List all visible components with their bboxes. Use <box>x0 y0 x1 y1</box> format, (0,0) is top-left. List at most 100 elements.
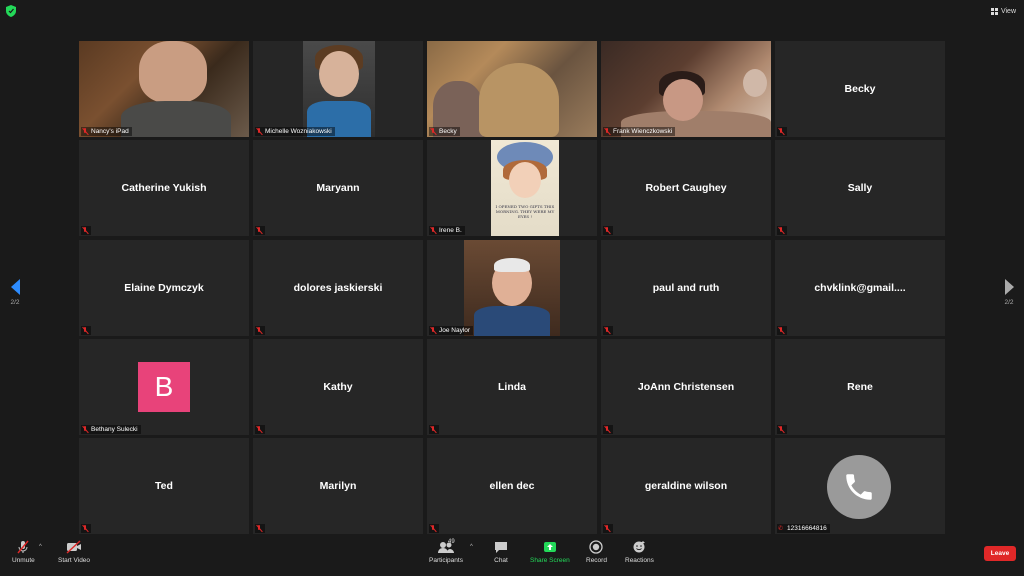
participant-tile[interactable]: ✆ 12316664816 <box>775 438 945 534</box>
participant-tile[interactable]: Sally <box>775 140 945 237</box>
participant-name-center: Linda <box>498 380 526 393</box>
participant-name: Bethany Sulecki <box>91 425 138 433</box>
mic-muted-icon <box>778 425 784 433</box>
participant-tile[interactable]: Kathy <box>253 338 423 435</box>
participant-label <box>255 325 265 335</box>
participant-name: Michelle Wozniakowski <box>265 128 332 135</box>
participant-name: Joe Naylor <box>439 326 471 334</box>
participant-label <box>81 325 91 335</box>
participant-tile[interactable]: chvklink@gmail.... <box>775 239 945 336</box>
mic-muted-icon <box>778 128 784 135</box>
participant-tile[interactable]: JoAnn Christensen <box>601 338 771 435</box>
participant-tile[interactable]: Michelle Wozniakowski <box>253 41 423 137</box>
participant-label <box>603 226 613 236</box>
page-indicator-left: 2/2 <box>10 299 20 306</box>
participant-video <box>79 41 249 137</box>
mic-muted-icon <box>256 326 262 334</box>
next-page-button[interactable]: 2/2 <box>1001 279 1017 306</box>
mic-muted-icon <box>430 425 436 433</box>
mic-muted-icon <box>256 227 262 234</box>
leave-button[interactable]: Leave <box>984 546 1016 561</box>
share-screen-label: Share Screen <box>530 557 570 564</box>
chat-icon <box>495 542 507 553</box>
participant-tile[interactable]: Becky <box>775 41 945 137</box>
audio-options-caret-icon[interactable]: ^ <box>39 544 42 550</box>
participant-tile[interactable]: dolores jaskierski <box>253 239 423 336</box>
record-label: Record <box>586 557 607 564</box>
participants-label: Participants <box>429 557 463 564</box>
mic-muted-icon <box>17 540 29 554</box>
video-caption: I OPENED TWO GIFTS THIS MORNING. THEY WE… <box>495 204 555 220</box>
start-video-label: Start Video <box>58 557 91 564</box>
participant-name-center: Maryann <box>316 182 360 195</box>
participant-tile[interactable]: I OPENED TWO GIFTS THIS MORNING. THEY WE… <box>427 140 597 237</box>
participant-label: Michelle Wozniakowski <box>255 127 335 136</box>
participant-name-center: ellen dec <box>489 480 535 492</box>
participant-name: Becky <box>439 128 457 135</box>
security-shield-icon[interactable] <box>6 5 16 17</box>
participants-options-caret-icon[interactable]: ^ <box>470 544 473 550</box>
participant-name-center: Kathy <box>323 380 353 393</box>
participant-tile[interactable]: Elaine Dymczyk <box>79 239 249 336</box>
participant-name-center: Elaine Dymczyk <box>124 281 204 294</box>
participant-tile[interactable]: Linda <box>427 338 597 435</box>
participant-label <box>255 424 265 434</box>
mic-muted-icon <box>430 227 436 234</box>
view-label: View <box>1000 7 1016 15</box>
participants-button[interactable]: 49 Participants <box>429 539 463 564</box>
participant-label: Nancy's iPad <box>81 127 132 136</box>
share-screen-button[interactable]: Share Screen <box>530 540 570 564</box>
participant-tile[interactable]: ellen dec <box>427 438 597 534</box>
participant-name: 12316664816 <box>787 525 827 532</box>
unmute-button[interactable]: Unmute <box>12 540 35 564</box>
participant-label <box>603 524 613 533</box>
video-off-icon <box>66 540 82 554</box>
participant-video <box>601 41 771 137</box>
participant-label <box>255 524 265 533</box>
participant-name-center: Robert Caughey <box>645 182 727 195</box>
participant-name-center: JoAnn Christensen <box>637 380 735 393</box>
participant-name: Irene B. <box>439 227 462 235</box>
participant-tile[interactable]: Frank Wienczkowski <box>601 41 771 137</box>
participant-tile[interactable]: Catherine Yukish <box>79 140 249 237</box>
participant-tile[interactable]: Joe Naylor <box>427 239 597 336</box>
record-button[interactable]: Record <box>586 540 607 564</box>
participant-video: I OPENED TWO GIFTS THIS MORNING. THEY WE… <box>491 140 559 237</box>
mic-muted-icon <box>430 525 436 532</box>
participant-tile[interactable]: Becky <box>427 41 597 137</box>
participant-tile[interactable]: paul and ruth <box>601 239 771 336</box>
view-button[interactable]: View <box>990 5 1016 17</box>
participant-tile[interactable]: Marilyn <box>253 438 423 534</box>
page-indicator-right: 2/2 <box>1004 299 1014 306</box>
participant-name-center: paul and ruth <box>652 281 720 294</box>
mic-muted-icon <box>256 525 262 532</box>
participant-tile[interactable]: geraldine wilson <box>601 438 771 534</box>
mic-muted-icon <box>604 227 610 234</box>
phone-icon <box>827 455 891 519</box>
participant-label: ✆ 12316664816 <box>777 524 830 533</box>
unmute-label: Unmute <box>12 557 35 564</box>
participant-tile[interactable]: Nancy's iPad <box>79 41 249 137</box>
arrow-right-icon <box>1004 279 1014 295</box>
mic-muted-icon <box>256 425 262 433</box>
participant-name-center: Marilyn <box>319 480 357 492</box>
participant-label: Frank Wienczkowski <box>603 127 676 136</box>
avatar: B <box>138 361 190 412</box>
participant-tile[interactable]: Maryann <box>253 140 423 237</box>
mic-muted-icon <box>604 128 610 135</box>
mic-muted-icon <box>82 326 88 334</box>
participant-name: Nancy's iPad <box>91 128 129 135</box>
participant-tile[interactable]: B Bethany Sulecki <box>79 338 249 435</box>
participant-tile[interactable]: Rene <box>775 338 945 435</box>
reactions-button[interactable]: Reactions <box>625 540 654 564</box>
participant-tile[interactable]: Robert Caughey <box>601 140 771 237</box>
participant-label <box>603 424 613 434</box>
participant-label <box>81 524 91 533</box>
previous-page-button[interactable]: 2/2 <box>7 279 23 306</box>
participant-label: Joe Naylor <box>429 325 474 335</box>
chat-button[interactable]: Chat <box>494 540 508 564</box>
mic-muted-icon <box>256 128 262 135</box>
start-video-button[interactable]: Start Video <box>58 540 90 564</box>
mic-muted-icon <box>778 227 784 234</box>
participant-tile[interactable]: Ted <box>79 438 249 534</box>
